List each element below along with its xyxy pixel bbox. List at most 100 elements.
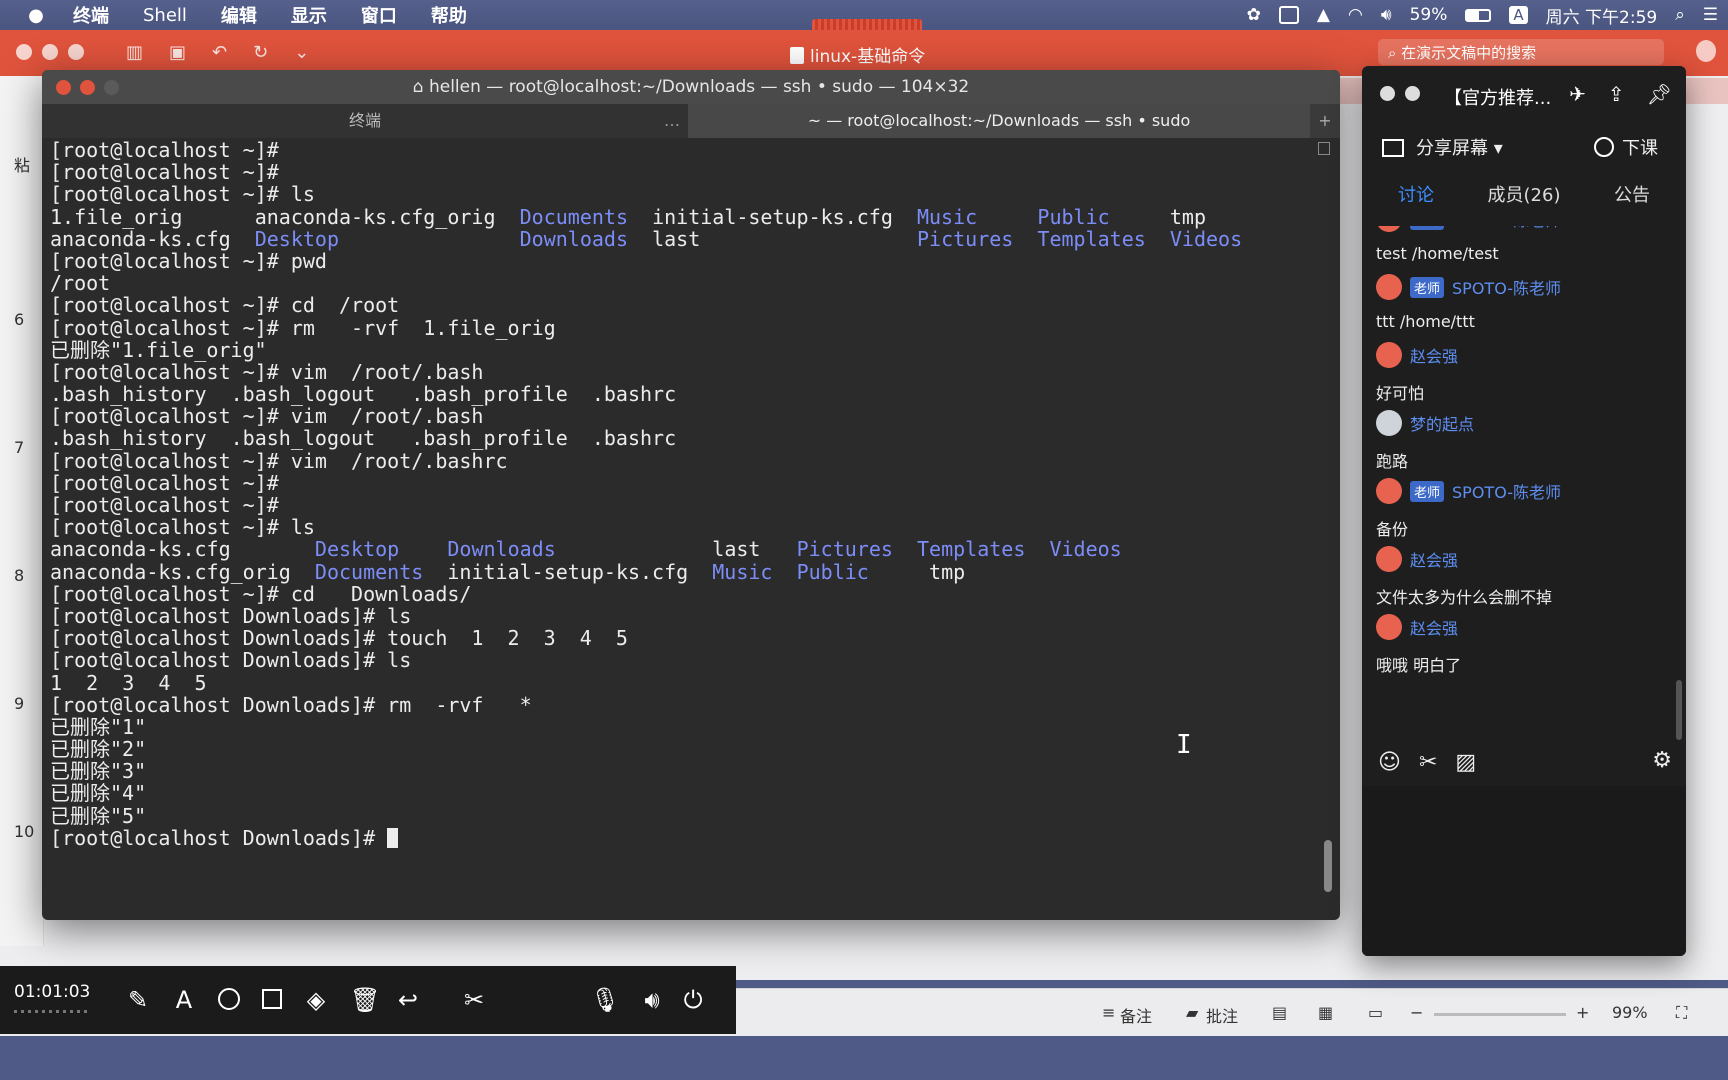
emoji-icon[interactable]: ☺ bbox=[1378, 750, 1401, 775]
save-icon[interactable]: ▣ bbox=[169, 42, 186, 63]
new-tab-button[interactable]: + bbox=[1310, 104, 1340, 138]
battery-icon[interactable] bbox=[1465, 8, 1492, 22]
slide-number[interactable]: 9 bbox=[14, 694, 24, 713]
avatar[interactable] bbox=[1376, 410, 1402, 436]
wifi-icon[interactable]: ◠ bbox=[1348, 5, 1363, 25]
notification-center-icon[interactable]: ☰ bbox=[1703, 5, 1718, 25]
terminal-tab-2[interactable]: ~ — root@localhost:~/Downloads — ssh • s… bbox=[688, 104, 1310, 138]
sender-name[interactable]: 赵会强 bbox=[1410, 615, 1458, 639]
undo-icon[interactable]: ↩ bbox=[396, 986, 420, 1014]
terminal-line: anaconda-ks.cfg_orig Documents initial-s… bbox=[50, 559, 966, 584]
comments-button[interactable]: 批注 bbox=[1206, 1003, 1238, 1027]
battery-percent[interactable]: 59% bbox=[1410, 5, 1448, 25]
sender-name[interactable]: SPOTO-陈老师 bbox=[1452, 479, 1561, 503]
zoom-in-button[interactable]: + bbox=[1576, 1003, 1589, 1022]
tab-members[interactable]: 成员(26) bbox=[1470, 174, 1578, 218]
avatar[interactable] bbox=[1376, 342, 1402, 368]
grid-view-icon[interactable]: ▦ bbox=[1318, 1003, 1333, 1022]
menu-view[interactable]: 显示 bbox=[274, 2, 344, 28]
sender-name[interactable]: SPOTO-陈老师 bbox=[1452, 226, 1561, 231]
drive-status-icon[interactable]: ▲ bbox=[1317, 5, 1330, 25]
microphone-icon[interactable]: 🎙︎ bbox=[590, 986, 620, 1014]
eraser-icon[interactable]: ◈ bbox=[304, 986, 328, 1014]
undo-icon[interactable]: ↶ bbox=[212, 42, 227, 63]
menu-app-name[interactable]: 终端 bbox=[56, 2, 126, 28]
menubar-clock[interactable]: 周六 下午2:59 bbox=[1546, 3, 1658, 28]
menu-edit[interactable]: 编辑 bbox=[204, 2, 274, 28]
more-icon[interactable]: ⌄ bbox=[294, 42, 309, 63]
circle-tool-icon[interactable] bbox=[218, 988, 240, 1010]
window-status-icon[interactable] bbox=[1278, 6, 1299, 24]
apple-menu-icon[interactable]: ● bbox=[16, 5, 56, 26]
menu-window[interactable]: 窗口 bbox=[344, 2, 414, 28]
pin-icon[interactable]: 📌︎ bbox=[1647, 82, 1672, 106]
tab-overflow-icon[interactable]: … bbox=[664, 104, 680, 138]
notes-button[interactable]: 备注 bbox=[1120, 1003, 1152, 1027]
tab-announcements[interactable]: 公告 bbox=[1578, 174, 1686, 218]
avatar[interactable] bbox=[1376, 546, 1402, 572]
terminal-output[interactable]: [root@localhost ~]# [root@localhost ~]# [r… bbox=[42, 138, 1322, 920]
terminal-scrollbar[interactable] bbox=[1324, 840, 1332, 892]
avatar[interactable] bbox=[1376, 226, 1402, 232]
fit-window-icon[interactable]: ⛶ bbox=[1676, 1003, 1687, 1023]
zoom-level[interactable]: 99% bbox=[1612, 1003, 1648, 1022]
laser-pointer-icon[interactable]: ✂ bbox=[462, 986, 486, 1014]
slide-number[interactable]: 10 bbox=[14, 822, 34, 841]
slideshow-icon[interactable]: ▭ bbox=[1368, 1003, 1383, 1022]
zoom-slider[interactable] bbox=[1434, 1013, 1566, 1016]
directory-name: Pictures bbox=[916, 226, 1014, 251]
comments-icon[interactable]: ▰ bbox=[1186, 1003, 1198, 1022]
tab-discussion[interactable]: 讨论 bbox=[1362, 174, 1470, 218]
user-icon[interactable] bbox=[1696, 40, 1716, 62]
chat-scrollbar[interactable] bbox=[1676, 680, 1682, 740]
image-icon[interactable]: ▨ bbox=[1455, 750, 1476, 775]
text-tool-icon[interactable]: A bbox=[172, 986, 196, 1014]
directory-name: Public bbox=[1037, 204, 1110, 229]
power-icon[interactable]: ⏻ bbox=[684, 986, 703, 1014]
spotlight-search-icon[interactable]: ⌕ bbox=[1675, 5, 1685, 25]
terminal-zoom-button[interactable] bbox=[104, 80, 119, 95]
terminal-tab-1[interactable]: 终端 … bbox=[42, 104, 688, 138]
slide-number[interactable]: 8 bbox=[14, 566, 24, 585]
speaker-icon[interactable]: 🔊︎ bbox=[644, 986, 659, 1014]
avatar[interactable] bbox=[1376, 614, 1402, 640]
app-status-icon[interactable]: ✿ bbox=[1247, 5, 1261, 25]
terminal-close-button[interactable] bbox=[56, 80, 71, 95]
avatar[interactable] bbox=[1376, 274, 1402, 300]
chat-message-list[interactable]: 老师 SPOTO-陈老师 test /home/test 老师 SPOTO-陈老师 ttt… bbox=[1362, 226, 1686, 806]
zoom-out-button[interactable]: − bbox=[1410, 1003, 1423, 1022]
minimize-button[interactable] bbox=[42, 44, 58, 60]
trash-icon[interactable]: 🗑︎ bbox=[350, 986, 380, 1014]
sender-name[interactable]: SPOTO-陈老师 bbox=[1452, 275, 1561, 299]
rectangle-tool-icon[interactable] bbox=[262, 989, 282, 1009]
share-screen-button[interactable]: 分享屏幕 ▾ bbox=[1382, 134, 1503, 160]
sender-name[interactable]: 赵会强 bbox=[1410, 547, 1458, 571]
chat-input-field[interactable] bbox=[1362, 786, 1686, 956]
notes-icon[interactable]: ≡ bbox=[1102, 1003, 1115, 1022]
redo-icon[interactable]: ↻ bbox=[253, 42, 268, 63]
normal-view-icon[interactable]: ▤ bbox=[1272, 1003, 1287, 1022]
terminal-minimize-button[interactable] bbox=[80, 80, 95, 95]
pen-icon[interactable]: ✎ bbox=[126, 986, 150, 1014]
menu-help[interactable]: 帮助 bbox=[414, 2, 484, 28]
sidebar-icon[interactable]: ▥ bbox=[126, 42, 143, 63]
volume-icon[interactable]: 🔊︎ bbox=[1381, 5, 1392, 25]
chat-minimize-button[interactable] bbox=[1405, 86, 1420, 101]
terminal-titlebar[interactable]: ⌂ hellen — root@localhost:~/Downloads — … bbox=[42, 70, 1340, 104]
end-class-button[interactable]: 下课 bbox=[1594, 134, 1658, 160]
slide-number[interactable]: 6 bbox=[14, 310, 24, 329]
zoom-button[interactable] bbox=[68, 44, 84, 60]
scissors-icon[interactable]: ✂ bbox=[1419, 750, 1437, 775]
document-search-input[interactable]: ⌕ 在演示文稿中的搜索 bbox=[1378, 39, 1664, 65]
menu-shell[interactable]: Shell bbox=[126, 5, 204, 26]
input-method-indicator[interactable]: A bbox=[1509, 6, 1528, 24]
slide-number[interactable]: 7 bbox=[14, 438, 24, 457]
sender-name[interactable]: 赵会强 bbox=[1410, 343, 1458, 367]
avatar[interactable] bbox=[1376, 478, 1402, 504]
close-button[interactable] bbox=[16, 44, 32, 60]
share-out-icon[interactable]: ⇪ bbox=[1608, 82, 1625, 106]
sender-name[interactable]: 梦的起点 bbox=[1410, 411, 1474, 435]
chat-close-button[interactable] bbox=[1380, 86, 1395, 101]
send-icon[interactable]: ✈ bbox=[1569, 82, 1586, 106]
settings-gear-icon[interactable]: ⚙ bbox=[1652, 748, 1672, 773]
